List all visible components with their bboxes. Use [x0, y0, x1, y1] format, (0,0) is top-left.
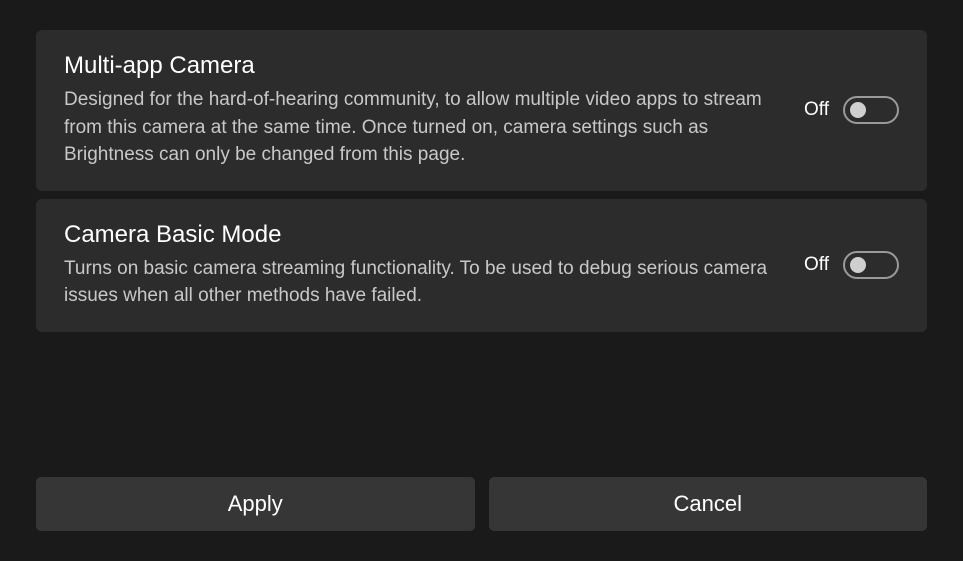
toggle-group: Off	[804, 96, 899, 124]
setting-title: Multi-app Camera	[64, 52, 780, 80]
toggle-knob	[850, 102, 866, 118]
camera-basic-mode-toggle[interactable]	[843, 251, 899, 279]
setting-text: Camera Basic Mode Turns on basic camera …	[64, 221, 780, 310]
button-row: Apply Cancel	[36, 477, 927, 531]
multi-app-camera-toggle[interactable]	[843, 96, 899, 124]
toggle-group: Off	[804, 251, 899, 279]
setting-title: Camera Basic Mode	[64, 221, 780, 249]
toggle-state-label: Off	[804, 99, 829, 121]
cancel-button[interactable]: Cancel	[489, 477, 928, 531]
setting-description: Turns on basic camera streaming function…	[64, 255, 780, 310]
setting-description: Designed for the hard-of-hearing communi…	[64, 86, 780, 169]
setting-text: Multi-app Camera Designed for the hard-o…	[64, 52, 780, 169]
settings-list: Multi-app Camera Designed for the hard-o…	[0, 0, 963, 332]
apply-button[interactable]: Apply	[36, 477, 475, 531]
toggle-state-label: Off	[804, 254, 829, 276]
setting-camera-basic-mode: Camera Basic Mode Turns on basic camera …	[36, 199, 927, 332]
toggle-knob	[850, 257, 866, 273]
setting-multi-app-camera: Multi-app Camera Designed for the hard-o…	[36, 30, 927, 191]
